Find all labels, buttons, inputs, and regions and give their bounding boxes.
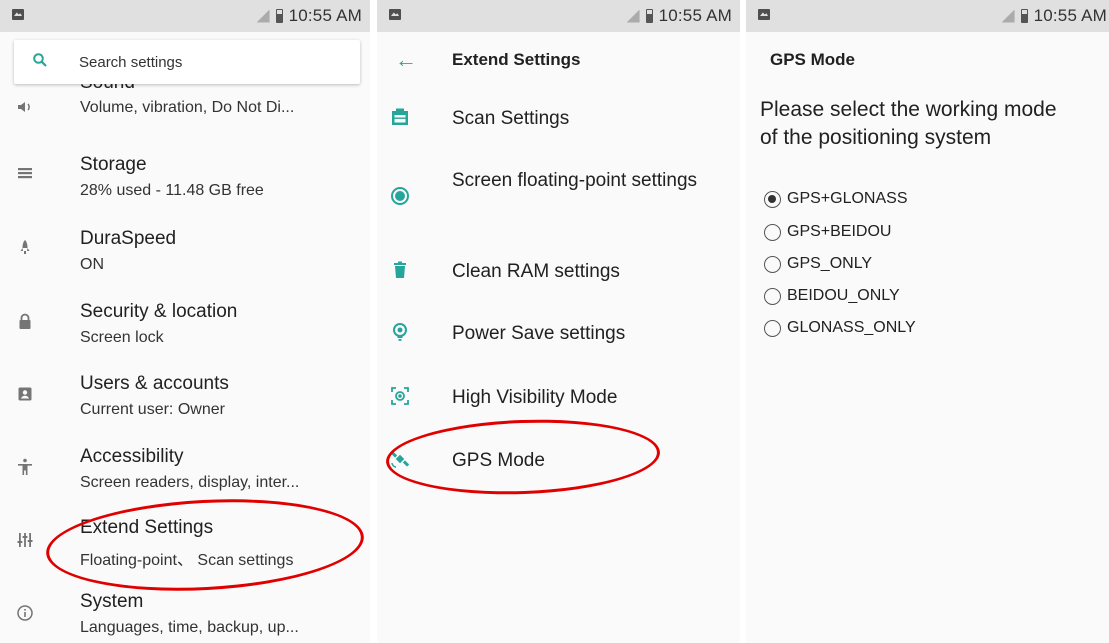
settings-item-duraspeed[interactable]: DuraSpeed ON — [0, 222, 370, 282]
settings-item-title: Accessibility — [80, 446, 184, 467]
no-signal-icon — [1001, 9, 1015, 23]
radio-label: GLONASS_ONLY — [787, 319, 916, 336]
radio-label: BEIDOU_ONLY — [787, 287, 900, 304]
settings-item-storage[interactable]: Storage 28% used - 11.48 GB free — [0, 148, 370, 208]
settings-item-subtitle: Current user: Owner — [80, 401, 225, 418]
extend-item-floating-point[interactable]: Screen floating-point settings — [377, 166, 740, 226]
visibility-icon — [391, 387, 409, 405]
gallery-notification-icon — [758, 9, 770, 20]
app-bar: ← Extend Settings — [377, 32, 740, 88]
extend-item-high-visibility[interactable]: High Visibility Mode — [377, 381, 740, 417]
status-bar: 10:55 AM — [0, 0, 370, 32]
radio-label: GPS+GLONASS — [787, 190, 908, 207]
tune-icon — [17, 533, 33, 547]
settings-item-subtitle: Screen lock — [80, 329, 164, 346]
battery-icon — [275, 9, 283, 23]
status-time: 10:55 AM — [1033, 6, 1107, 25]
extend-item-label: Clean RAM settings — [452, 261, 620, 282]
volume-icon — [18, 102, 30, 112]
settings-item-extend-settings[interactable]: Extend Settings Floating-point、 Scan set… — [0, 515, 370, 575]
settings-item-subtitle: Screen readers, display, inter... — [80, 474, 300, 491]
extend-item-gps-mode[interactable]: GPS Mode — [377, 444, 740, 480]
battery-icon — [645, 9, 653, 23]
radio-option-gps-only[interactable]: GPS_ONLY — [764, 252, 872, 276]
settings-item-subtitle: Languages, time, backup, up... — [80, 619, 299, 636]
page-title: Extend Settings — [452, 50, 581, 69]
settings-item-title: Storage — [80, 154, 147, 175]
storage-icon — [18, 168, 32, 179]
search-placeholder: Search settings — [79, 54, 183, 71]
settings-item-subtitle: Floating-point、 Scan settings — [80, 552, 294, 569]
extend-item-label: Power Save settings — [452, 323, 626, 344]
rocket-icon — [20, 240, 30, 254]
trash-icon — [394, 261, 406, 278]
search-settings-bar[interactable]: Search settings — [14, 40, 360, 84]
status-time: 10:55 AM — [288, 6, 362, 25]
scan-icon — [392, 108, 408, 125]
back-arrow-icon[interactable]: ← — [395, 49, 417, 71]
radio-button[interactable] — [764, 287, 781, 305]
info-icon — [17, 605, 33, 621]
settings-item-title: Sound — [80, 84, 135, 94]
radio-label: GPS_ONLY — [787, 255, 873, 272]
settings-panel: 10:55 AM Search settings Sound Volume, v… — [0, 0, 370, 643]
no-signal-icon — [626, 9, 640, 23]
settings-item-subtitle: Volume, vibration, Do Not Di... — [80, 99, 295, 116]
extend-item-scan-settings[interactable]: Scan Settings — [377, 102, 740, 138]
lock-icon — [19, 313, 31, 329]
status-bar: 10:55 AM — [746, 0, 1109, 32]
account-icon — [18, 387, 32, 401]
accessibility-icon — [18, 458, 32, 475]
search-icon — [33, 53, 47, 67]
settings-item-title: Extend Settings — [80, 517, 214, 538]
settings-item-security-location[interactable]: Security & location Screen lock — [0, 296, 370, 356]
floating-point-icon — [391, 187, 409, 205]
settings-item-users-accounts[interactable]: Users & accounts Current user: Owner — [0, 369, 370, 429]
gps-mode-question: Please select the working mode of the po… — [760, 98, 1057, 149]
page-title: GPS Mode — [770, 50, 856, 69]
radio-option-gps-glonass[interactable]: GPS+GLONASS — [764, 187, 908, 211]
panel-divider — [370, 0, 377, 643]
status-bar: 10:55 AM — [377, 0, 740, 32]
settings-item-title: Users & accounts — [80, 373, 229, 394]
radio-option-beidou-only[interactable]: BEIDOU_ONLY — [764, 284, 900, 308]
extend-item-clean-ram[interactable]: Clean RAM settings — [377, 255, 740, 291]
extend-item-label: GPS Mode — [452, 450, 545, 471]
radio-button[interactable] — [764, 223, 781, 241]
lightbulb-icon — [393, 323, 407, 341]
extend-item-label: High Visibility Mode — [452, 387, 618, 408]
radio-button-checked[interactable] — [764, 190, 781, 208]
settings-item-title: Security & location — [80, 301, 238, 322]
gps-mode-panel: 10:55 AM GPS Mode Please select the work… — [746, 0, 1109, 643]
settings-item-system[interactable]: System Languages, time, backup, up... — [0, 588, 370, 643]
settings-item-title: DuraSpeed — [80, 228, 177, 249]
radio-label: GPS+BEIDOU — [787, 223, 892, 240]
gallery-notification-icon — [389, 9, 401, 20]
settings-item-sound[interactable]: Sound Volume, vibration, Do Not Di... — [0, 84, 370, 132]
radio-option-glonass-only[interactable]: GLONASS_ONLY — [764, 316, 916, 340]
radio-button[interactable] — [764, 255, 781, 273]
settings-item-accessibility[interactable]: Accessibility Screen readers, display, i… — [0, 442, 370, 502]
extend-item-label: Screen floating-point settings — [452, 170, 698, 191]
radio-button[interactable] — [764, 319, 781, 337]
no-signal-icon — [256, 9, 270, 23]
radio-option-gps-beidou[interactable]: GPS+BEIDOU — [764, 220, 891, 244]
extend-item-power-save[interactable]: Power Save settings — [377, 317, 740, 353]
battery-icon — [1020, 9, 1028, 23]
settings-item-subtitle: ON — [80, 256, 104, 273]
gallery-notification-icon — [12, 9, 24, 20]
status-time: 10:55 AM — [658, 6, 732, 25]
satellite-icon — [390, 451, 410, 468]
settings-item-title: System — [80, 591, 144, 612]
extend-item-label: Scan Settings — [452, 108, 570, 129]
settings-item-subtitle: 28% used - 11.48 GB free — [80, 182, 264, 199]
extend-settings-panel: 10:55 AM ← Extend Settings Scan Settings… — [377, 0, 740, 643]
